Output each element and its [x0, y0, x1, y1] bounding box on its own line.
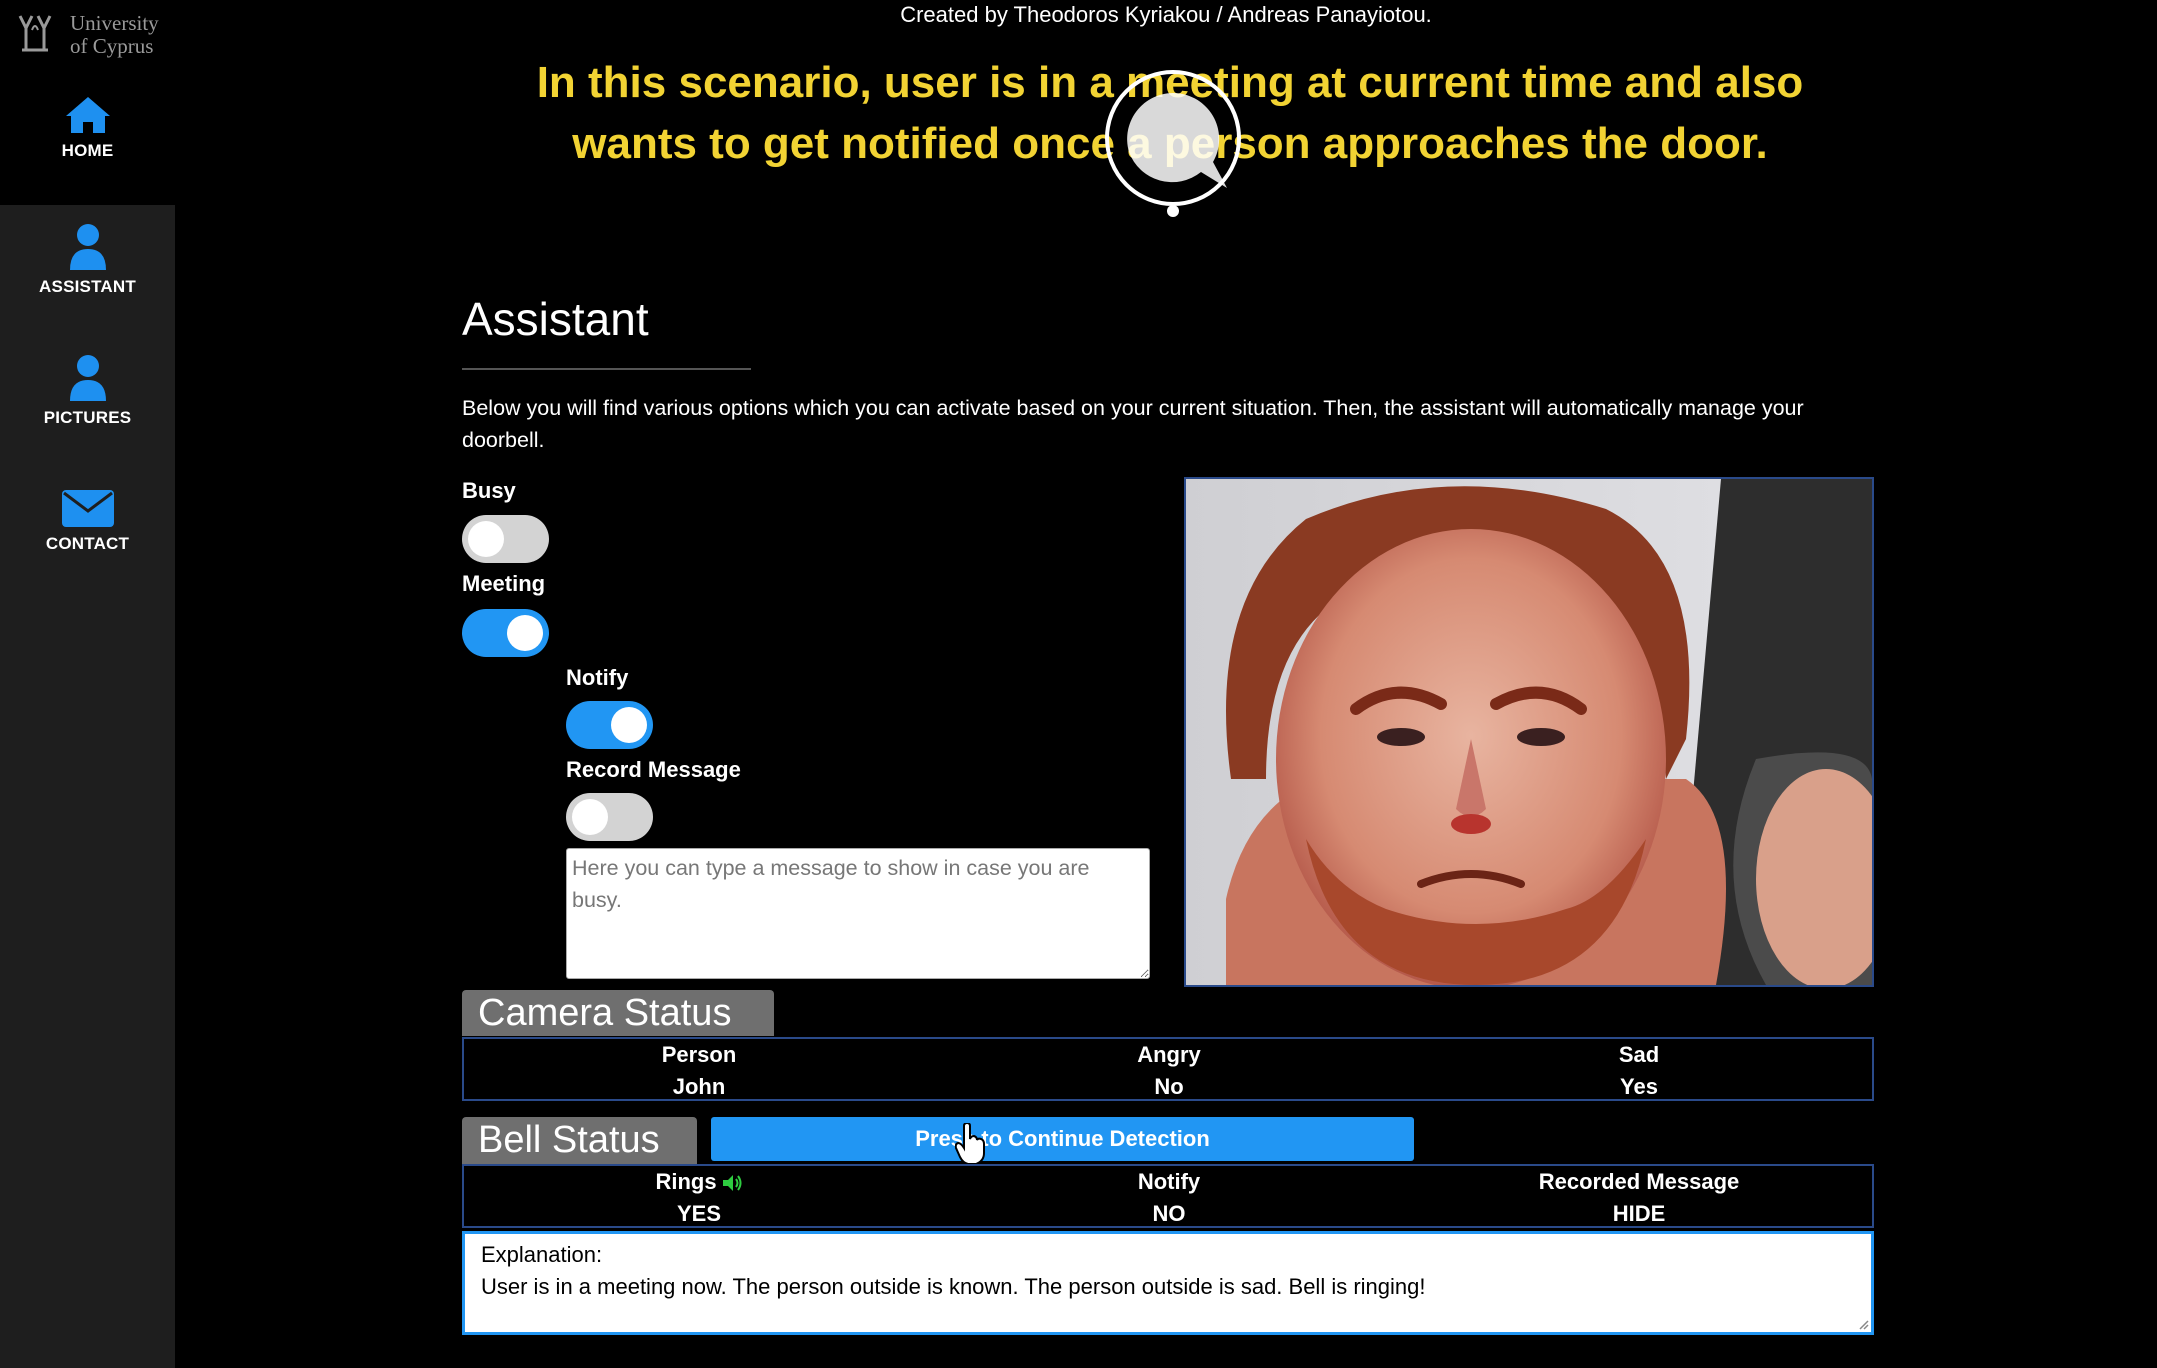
notify-header: Notify [1137, 1169, 1201, 1194]
nav-item-assistant-label: ASSISTANT [39, 277, 136, 296]
nav-item-pictures-label: PICTURES [43, 408, 132, 427]
toggle-knob [572, 799, 608, 835]
busy-message-textarea[interactable] [566, 848, 1150, 979]
sad-value: Yes [1620, 1074, 1658, 1099]
intro-text: Below you will find various options whic… [462, 396, 1804, 452]
university-logo-text: University of Cyprus [70, 12, 159, 58]
title-divider [462, 368, 751, 370]
status-column: Rings YES [464, 1166, 934, 1230]
notify-label: Notify [566, 665, 629, 690]
explanation-box[interactable]: Explanation: User is in a meeting now. T… [462, 1231, 1874, 1335]
status-column: Recorded Message HIDE [1404, 1166, 1874, 1230]
nav-item-assistant[interactable]: ASSISTANT [0, 223, 175, 333]
camera-status-table: Person John Angry No Sad Yes [462, 1037, 1874, 1101]
recorded-message-value: HIDE [1612, 1201, 1666, 1226]
camera-status-title: Camera Status [462, 990, 774, 1036]
recorded-message-header: Recorded Message [1538, 1169, 1740, 1194]
person-value: John [672, 1074, 726, 1099]
user-icon [69, 224, 106, 270]
notify-value: NO [1152, 1201, 1186, 1226]
angry-header: Angry [1137, 1042, 1201, 1067]
envelope-icon [61, 490, 114, 527]
sidebar: University of Cyprus HOME ASSISTANT PICT… [0, 0, 175, 1368]
status-column: Person John [464, 1039, 934, 1103]
page-title: Assistant [462, 293, 649, 345]
nav-item-pictures[interactable]: PICTURES [0, 354, 175, 464]
university-logo-icon [18, 15, 52, 52]
nav-item-contact-label: CONTACT [45, 534, 130, 553]
hand-pointer-icon [955, 1123, 985, 1165]
rings-value: YES [676, 1201, 722, 1226]
angry-value: No [1154, 1074, 1184, 1099]
home-icon [65, 97, 110, 133]
record-message-toggle[interactable] [566, 793, 653, 841]
explanation-label: Explanation: [481, 1242, 603, 1267]
bell-status-table: Rings YES Notify NO Recorded Message HID… [462, 1164, 1874, 1228]
meeting-toggle[interactable] [462, 609, 549, 657]
explanation-text: User is in a meeting now. The person out… [481, 1274, 1426, 1299]
toggle-knob [468, 521, 504, 557]
nav-item-home[interactable]: HOME [0, 95, 175, 205]
bell-status-title: Bell Status [462, 1117, 697, 1164]
continue-detection-button[interactable]: Press to Continue Detection [711, 1117, 1414, 1161]
resize-grip-icon[interactable] [1857, 1318, 1869, 1330]
nav-item-contact[interactable]: CONTACT [0, 488, 175, 598]
busy-toggle[interactable] [462, 515, 549, 563]
camera-image [1186, 479, 1872, 985]
toggle-knob [507, 615, 543, 651]
record-message-label: Record Message [566, 757, 741, 782]
click-indicator-icon [1105, 70, 1241, 217]
camera-feed [1184, 477, 1874, 987]
toggle-knob [611, 707, 647, 743]
meeting-label: Meeting [462, 571, 546, 596]
person-header: Person [661, 1042, 737, 1067]
status-column: Sad Yes [1404, 1039, 1874, 1103]
rings-header: Rings [464, 1166, 934, 1198]
logo-text-line2: of Cyprus [70, 34, 154, 58]
user-icon [69, 355, 106, 401]
status-column: Notify NO [934, 1166, 1404, 1230]
notify-toggle[interactable] [566, 701, 653, 749]
busy-label: Busy [462, 478, 516, 503]
speaker-icon [722, 1175, 742, 1192]
sad-header: Sad [1618, 1042, 1660, 1067]
nav-item-home-label: HOME [61, 141, 114, 160]
rings-header-text: Rings [655, 1169, 717, 1194]
logo-text-line1: University [70, 11, 159, 35]
status-column: Angry No [934, 1039, 1404, 1103]
credits-text: Created by Theodoros Kyriakou / Andreas … [900, 2, 1432, 27]
